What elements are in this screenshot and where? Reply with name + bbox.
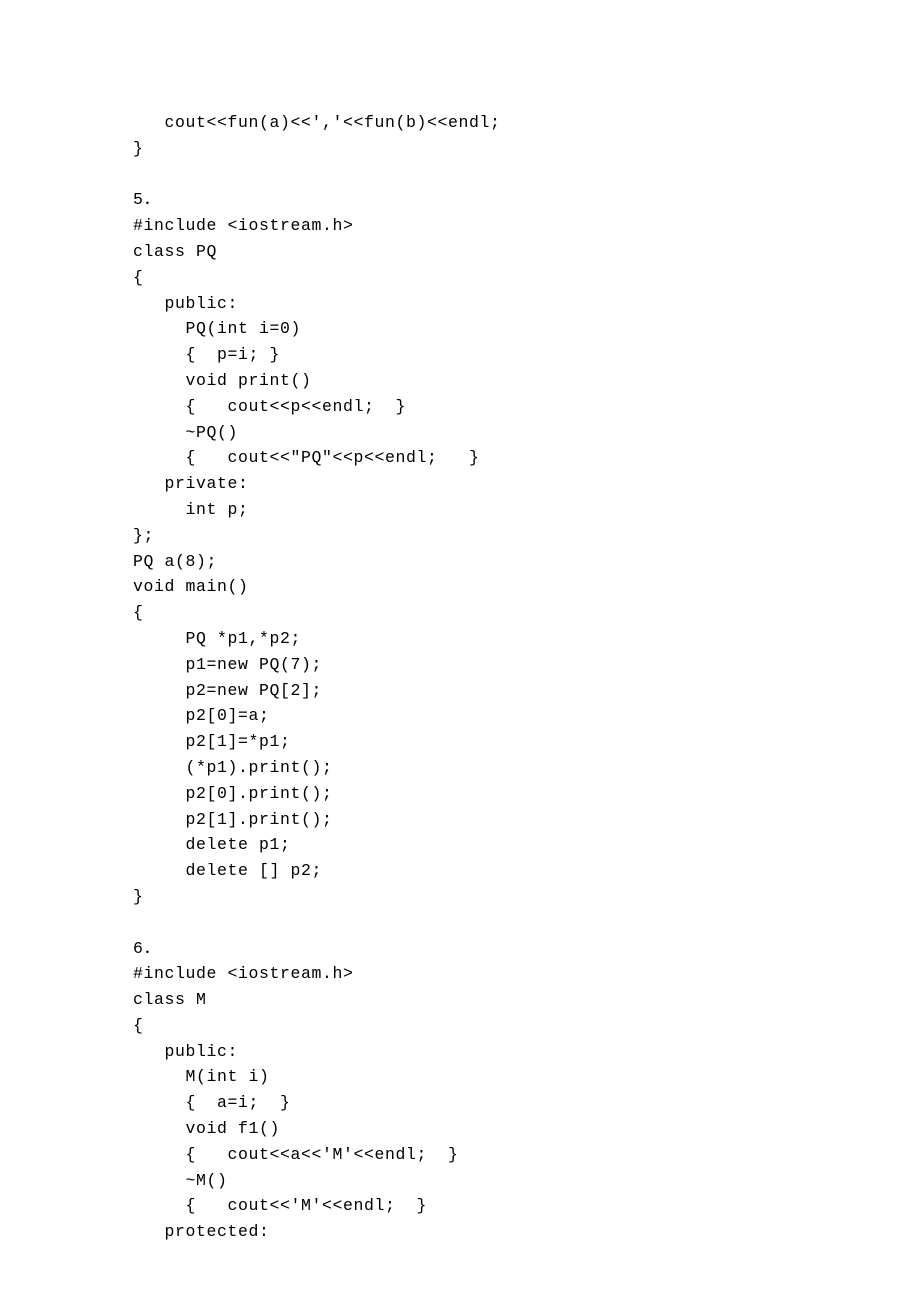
code-line	[133, 910, 920, 936]
code-line: void f1()	[133, 1116, 920, 1142]
code-line: (*p1).print();	[133, 755, 920, 781]
code-line	[133, 162, 920, 188]
code-line: class PQ	[133, 239, 920, 265]
code-line: private:	[133, 471, 920, 497]
code-line: 5．	[133, 187, 920, 213]
code-line: 6．	[133, 936, 920, 962]
code-line: p2[0].print();	[133, 781, 920, 807]
code-line: { cout<<p<<endl; }	[133, 394, 920, 420]
code-line: { cout<<"PQ"<<p<<endl; }	[133, 445, 920, 471]
code-line: { cout<<a<<'M'<<endl; }	[133, 1142, 920, 1168]
code-line: void print()	[133, 368, 920, 394]
code-line: #include <iostream.h>	[133, 961, 920, 987]
code-line: public:	[133, 291, 920, 317]
code-line: p2[1]=*p1;	[133, 729, 920, 755]
code-line: {	[133, 265, 920, 291]
code-line: p1=new PQ(7);	[133, 652, 920, 678]
code-line: { p=i; }	[133, 342, 920, 368]
code-line: p2[0]=a;	[133, 703, 920, 729]
code-line: ~PQ()	[133, 420, 920, 446]
code-line: PQ *p1,*p2;	[133, 626, 920, 652]
code-line: { cout<<'M'<<endl; }	[133, 1193, 920, 1219]
code-line: void main()	[133, 574, 920, 600]
code-line: };	[133, 523, 920, 549]
code-line: M(int i)	[133, 1064, 920, 1090]
code-line: #include <iostream.h>	[133, 213, 920, 239]
code-line: delete [] p2;	[133, 858, 920, 884]
code-document: cout<<fun(a)<<','<<fun(b)<<endl;} 5．#inc…	[0, 0, 920, 1245]
code-line: { a=i; }	[133, 1090, 920, 1116]
code-line: protected:	[133, 1219, 920, 1245]
code-line: }	[133, 884, 920, 910]
code-line: {	[133, 600, 920, 626]
code-line: }	[133, 136, 920, 162]
code-line: ~M()	[133, 1168, 920, 1194]
code-line: p2[1].print();	[133, 807, 920, 833]
code-line: PQ(int i=0)	[133, 316, 920, 342]
code-line: p2=new PQ[2];	[133, 678, 920, 704]
code-line: {	[133, 1013, 920, 1039]
code-line: class M	[133, 987, 920, 1013]
code-line: delete p1;	[133, 832, 920, 858]
code-line: public:	[133, 1039, 920, 1065]
code-line: int p;	[133, 497, 920, 523]
code-line: PQ a(8);	[133, 549, 920, 575]
code-line: cout<<fun(a)<<','<<fun(b)<<endl;	[133, 110, 920, 136]
